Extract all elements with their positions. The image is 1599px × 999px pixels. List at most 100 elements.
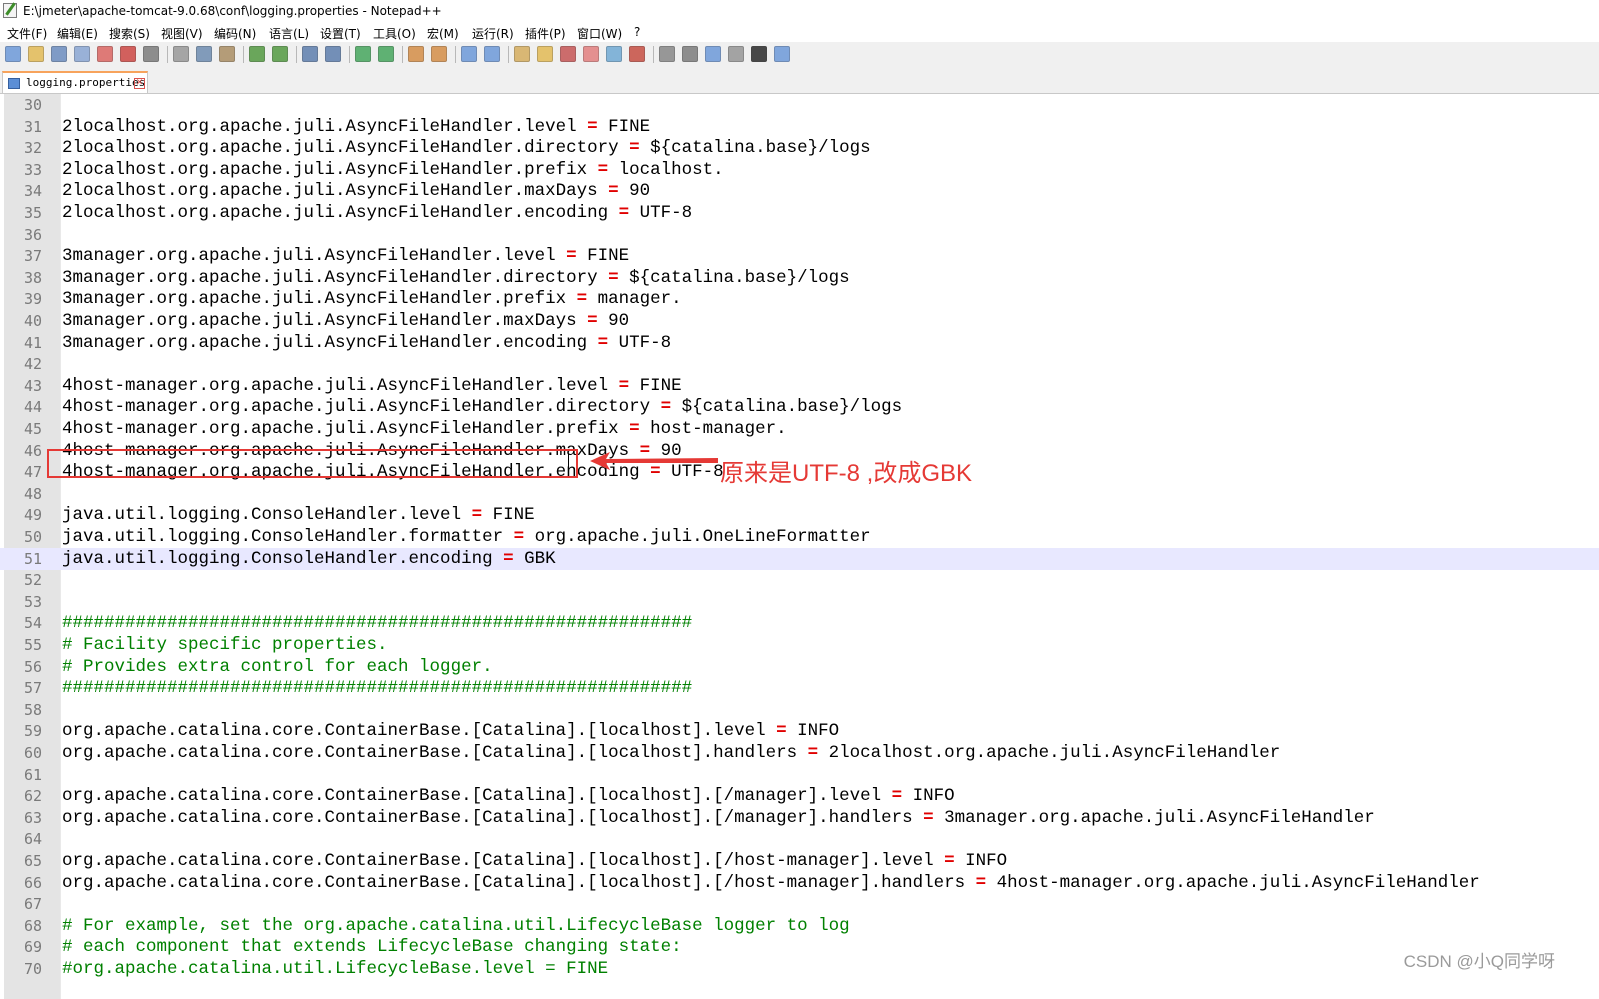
line-number: 33 (23, 160, 42, 179)
save-all-icon[interactable] (74, 46, 90, 62)
playback-macro-icon[interactable] (705, 46, 721, 62)
line-number: 68 (23, 916, 42, 935)
open-file-icon[interactable] (28, 46, 44, 62)
operator-token: = (660, 397, 672, 418)
menu-item-9[interactable]: 运行(R) (472, 25, 514, 42)
line-number: 50 (23, 528, 42, 546)
comment-token: ########################################… (62, 678, 693, 699)
save-icon[interactable] (51, 46, 67, 62)
menu-item-7[interactable]: 工具(O) (373, 25, 416, 42)
sync-vertical-icon[interactable] (408, 46, 424, 62)
menu-item-6[interactable]: 设置(T) (320, 25, 361, 42)
toolbar-separator (653, 46, 654, 63)
folder-workspace-icon[interactable] (606, 46, 622, 62)
indent-guide-icon[interactable] (514, 46, 530, 62)
sync-horizontal-icon[interactable] (431, 46, 447, 62)
code-line: 64 (0, 828, 1599, 850)
line-text: org.apache.catalina.core.ContainerBase.[… (62, 850, 1007, 872)
text-token: localhost. (608, 159, 724, 180)
copy-icon[interactable] (196, 46, 212, 62)
code-line: 53 (0, 591, 1599, 613)
text-token: 2localhost.org.apache.juli.AsyncFileHand… (62, 203, 619, 223)
text-token: 3manager.org.apache.juli.AsyncFileHandle… (62, 289, 577, 310)
toolbar-separator (167, 46, 168, 63)
line-text: java.util.logging.ConsoleHandler.encodin… (62, 548, 556, 570)
stop-record-icon[interactable] (682, 46, 698, 62)
code-line: 62 org.apache.catalina.core.ContainerBase… (0, 785, 1599, 807)
show-all-chars-icon[interactable] (484, 46, 500, 62)
line-number: 38 (23, 268, 42, 287)
udl-icon[interactable] (537, 46, 553, 62)
text-token: FINE (482, 505, 535, 526)
operator-token: = (513, 527, 525, 547)
line-number: 70 (23, 960, 42, 978)
menu-item-4[interactable]: 编码(N) (214, 25, 256, 42)
line-number: 58 (23, 700, 42, 719)
new-file-icon[interactable] (5, 46, 21, 62)
code-line: 45 4host-manager.org.apache.juli.AsyncFil… (0, 418, 1599, 440)
menu-item-12[interactable]: ? (634, 25, 640, 39)
line-number: 41 (23, 333, 42, 352)
menu-item-5[interactable]: 语言(L) (269, 25, 309, 42)
zoom-in-icon[interactable] (355, 46, 371, 62)
close-all-icon[interactable] (120, 46, 136, 62)
line-number: 66 (23, 873, 42, 892)
line-number: 34 (23, 182, 42, 201)
line-text: org.apache.catalina.core.ContainerBase.[… (62, 872, 1480, 894)
undo-icon[interactable] (249, 46, 265, 62)
line-number: 55 (23, 636, 42, 654)
word-wrap-icon[interactable] (461, 46, 477, 62)
annotation-arrow-icon (590, 452, 718, 470)
line-text: 3manager.org.apache.juli.AsyncFileHandle… (62, 310, 629, 332)
find-icon[interactable] (302, 46, 318, 62)
line-text: ########################################… (62, 612, 692, 634)
line-text: org.apache.catalina.core.ContainerBase.[… (62, 742, 1280, 764)
record-macro-icon[interactable] (659, 46, 675, 62)
code-line: 59 org.apache.catalina.core.ContainerBase… (0, 720, 1599, 742)
comment-token: # Facility specific properties. (62, 635, 388, 655)
doc-map-icon[interactable] (560, 46, 576, 62)
menu-item-2[interactable]: 搜索(S) (109, 25, 150, 42)
line-number: 48 (23, 484, 42, 503)
text-token: 3manager.org.apache.juli.AsyncFileHandle… (933, 807, 1375, 828)
toolbar-separator (243, 46, 244, 63)
menu-item-10[interactable]: 插件(P) (525, 25, 566, 42)
tab-close-icon[interactable]: ✕ (134, 78, 145, 89)
menu-item-11[interactable]: 窗口(W) (577, 25, 622, 42)
text-token: 2localhost.org.apache.juli.AsyncFileHand… (62, 138, 630, 159)
code-line: 31 2localhost.org.apache.juli.AsyncFileHa… (0, 116, 1599, 138)
code-line: 43 4host-manager.org.apache.juli.AsyncFil… (0, 375, 1599, 397)
line-number: 69 (23, 938, 42, 957)
jstool-icon[interactable] (774, 46, 790, 62)
menu-item-0[interactable]: 文件(F) (7, 25, 47, 42)
redo-icon[interactable] (272, 46, 288, 62)
cut-icon[interactable] (173, 46, 189, 62)
current-line: 51 java.util.logging.ConsoleHandler.encod… (0, 547, 1599, 570)
line-text: org.apache.catalina.core.ContainerBase.[… (62, 785, 955, 807)
code-line: 35 2localhost.org.apache.juli.AsyncFileHa… (0, 202, 1599, 224)
replace-icon[interactable] (325, 46, 341, 62)
zoom-out-icon[interactable] (378, 46, 394, 62)
code-line: 70 #org.apache.catalina.util.LifecycleBas… (0, 958, 1599, 980)
text-token: org.apache.catalina.core.ContainerBase.[… (62, 786, 892, 807)
comment-token: ########################################… (62, 613, 693, 634)
monitor-icon[interactable] (629, 46, 645, 62)
save-macro-icon[interactable] (751, 46, 767, 62)
menu-item-1[interactable]: 编辑(E) (57, 25, 98, 42)
code-line: 68 # For example, set the org.apache.cata… (0, 915, 1599, 937)
window-title: E:\jmeter\apache-tomcat-9.0.68\conf\logg… (23, 4, 442, 18)
run-macro-multiple-icon[interactable] (728, 46, 744, 62)
tab-logging-properties[interactable]: logging.properties ✕ (2, 71, 148, 93)
menu-item-3[interactable]: 视图(V) (161, 25, 203, 42)
comment-token: # each component that extends LifecycleB… (62, 937, 682, 958)
paste-icon[interactable] (219, 46, 235, 62)
menu-item-8[interactable]: 宏(M) (427, 25, 459, 42)
print-icon[interactable] (143, 46, 159, 62)
editor[interactable]: 30 31 2localhost.org.apache.juli.AsyncFile… (0, 94, 1599, 999)
line-number: 65 (23, 852, 42, 870)
line-number: 32 (23, 139, 42, 158)
line-text: 3manager.org.apache.juli.AsyncFileHandle… (62, 267, 850, 289)
text-token: 90 (618, 181, 651, 202)
close-icon[interactable] (97, 46, 113, 62)
function-list-icon[interactable] (583, 46, 599, 62)
